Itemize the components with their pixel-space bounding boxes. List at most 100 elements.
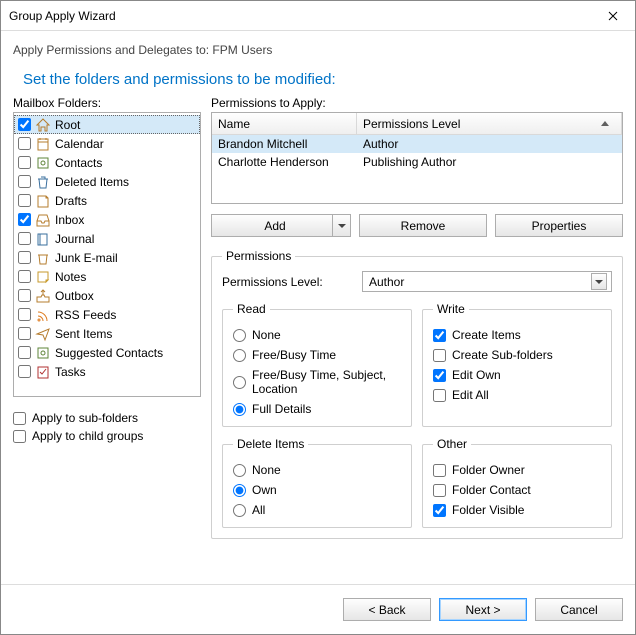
folder-label: Contacts — [55, 156, 102, 170]
sort-asc-icon — [601, 121, 609, 126]
remove-button[interactable]: Remove — [359, 214, 487, 237]
folder-label: Inbox — [55, 213, 84, 227]
wizard-footer: < Back Next > Cancel — [1, 584, 635, 634]
cell-name: Charlotte Henderson — [212, 155, 357, 169]
tasks-icon — [35, 364, 51, 380]
contacts-icon — [35, 155, 51, 171]
folder-item-outbox[interactable]: Outbox — [14, 286, 200, 305]
folder-item-root[interactable]: Root — [14, 115, 200, 134]
folder-item-journal[interactable]: Journal — [14, 229, 200, 248]
folder-checkbox[interactable] — [18, 270, 31, 283]
cell-perm: Publishing Author — [357, 155, 462, 169]
junk-icon — [35, 250, 51, 266]
properties-button[interactable]: Properties — [495, 214, 623, 237]
folder-checkbox[interactable] — [18, 346, 31, 359]
folder-checkbox[interactable] — [18, 175, 31, 188]
chevron-down-icon — [338, 224, 346, 228]
read-option[interactable]: None — [233, 328, 401, 342]
home-icon — [35, 117, 51, 133]
subtitle: Apply Permissions and Delegates to: FPM … — [1, 31, 635, 71]
delete-option[interactable]: Own — [233, 483, 401, 497]
read-option[interactable]: Free/Busy Time, Subject, Location — [233, 368, 401, 396]
folder-checkbox[interactable] — [18, 308, 31, 321]
read-option[interactable]: Full Details — [233, 402, 401, 416]
cell-perm: Author — [357, 137, 404, 151]
folder-label: Root — [55, 118, 80, 132]
delete-option[interactable]: None — [233, 463, 401, 477]
folder-label: Deleted Items — [55, 175, 129, 189]
close-icon — [608, 11, 618, 21]
folder-checkbox[interactable] — [18, 156, 31, 169]
folder-label: Journal — [55, 232, 94, 246]
delete-group: Delete Items NoneOwnAll — [222, 437, 412, 528]
next-button[interactable]: Next > — [439, 598, 527, 621]
other-option[interactable]: Folder Contact — [433, 483, 601, 497]
close-button[interactable] — [590, 1, 635, 31]
add-dropdown-arrow[interactable] — [332, 215, 350, 236]
write-option[interactable]: Edit Own — [433, 368, 601, 382]
grid-header: Name Permissions Level — [212, 113, 622, 135]
apply-subfolders-checkbox[interactable]: Apply to sub-folders — [13, 411, 201, 425]
folder-label: Tasks — [55, 365, 86, 379]
folder-checkbox[interactable] — [18, 232, 31, 245]
folder-checkbox[interactable] — [18, 251, 31, 264]
notes-icon — [35, 269, 51, 285]
folder-checkbox[interactable] — [18, 213, 31, 226]
read-group: Read NoneFree/Busy TimeFree/Busy Time, S… — [222, 302, 412, 427]
folder-item-sent-items[interactable]: Sent Items — [14, 324, 200, 343]
write-group: Write Create ItemsCreate Sub-foldersEdit… — [422, 302, 612, 427]
col-perm-header[interactable]: Permissions Level — [357, 113, 622, 134]
folder-item-contacts[interactable]: Contacts — [14, 153, 200, 172]
write-option[interactable]: Create Items — [433, 328, 601, 342]
folder-checkbox[interactable] — [18, 289, 31, 302]
folder-checkbox[interactable] — [18, 194, 31, 207]
titlebar: Group Apply Wizard — [1, 1, 635, 31]
folder-checkbox[interactable] — [18, 118, 31, 131]
folder-checkbox[interactable] — [18, 137, 31, 150]
folder-label: Drafts — [55, 194, 87, 208]
trash-icon — [35, 174, 51, 190]
folder-checkbox[interactable] — [18, 365, 31, 378]
other-option[interactable]: Folder Owner — [433, 463, 601, 477]
other-group: Other Folder OwnerFolder ContactFolder V… — [422, 437, 612, 528]
folder-item-deleted-items[interactable]: Deleted Items — [14, 172, 200, 191]
write-option[interactable]: Edit All — [433, 388, 601, 402]
folder-item-notes[interactable]: Notes — [14, 267, 200, 286]
outbox-icon — [35, 288, 51, 304]
inbox-icon — [35, 212, 51, 228]
folder-item-rss-feeds[interactable]: RSS Feeds — [14, 305, 200, 324]
grid-row[interactable]: Charlotte HendersonPublishing Author — [212, 153, 622, 171]
write-option[interactable]: Create Sub-folders — [433, 348, 601, 362]
permissions-grid[interactable]: Name Permissions Level Brandon MitchellA… — [211, 112, 623, 204]
folder-item-inbox[interactable]: Inbox — [14, 210, 200, 229]
folder-label: Notes — [55, 270, 86, 284]
col-name-header[interactable]: Name — [212, 113, 357, 134]
delete-option[interactable]: All — [233, 503, 401, 517]
folder-label: Junk E-mail — [55, 251, 118, 265]
folder-item-tasks[interactable]: Tasks — [14, 362, 200, 381]
folder-item-drafts[interactable]: Drafts — [14, 191, 200, 210]
sent-icon — [35, 326, 51, 342]
journal-icon — [35, 231, 51, 247]
permissions-level-select[interactable]: Author — [362, 271, 612, 292]
cell-name: Brandon Mitchell — [212, 137, 357, 151]
back-button[interactable]: < Back — [343, 598, 431, 621]
permissions-level-label: Permissions Level: — [222, 275, 352, 289]
folder-item-junk-e-mail[interactable]: Junk E-mail — [14, 248, 200, 267]
cancel-button[interactable]: Cancel — [535, 598, 623, 621]
read-option[interactable]: Free/Busy Time — [233, 348, 401, 362]
folder-tree[interactable]: Root Calendar Contacts Deleted Items Drafts I… — [13, 112, 201, 397]
grid-row[interactable]: Brandon MitchellAuthor — [212, 135, 622, 153]
folder-item-suggested-contacts[interactable]: Suggested Contacts — [14, 343, 200, 362]
folder-item-calendar[interactable]: Calendar — [14, 134, 200, 153]
add-button[interactable]: Add — [211, 214, 351, 237]
drafts-icon — [35, 193, 51, 209]
folder-label: Calendar — [55, 137, 104, 151]
wizard-window: Group Apply Wizard Apply Permissions and… — [0, 0, 636, 635]
other-option[interactable]: Folder Visible — [433, 503, 601, 517]
chevron-down-icon — [595, 280, 603, 284]
folder-label: Sent Items — [55, 327, 112, 341]
apply-child-groups-checkbox[interactable]: Apply to child groups — [13, 429, 201, 443]
folder-checkbox[interactable] — [18, 327, 31, 340]
permissions-legend: Permissions — [222, 249, 295, 263]
